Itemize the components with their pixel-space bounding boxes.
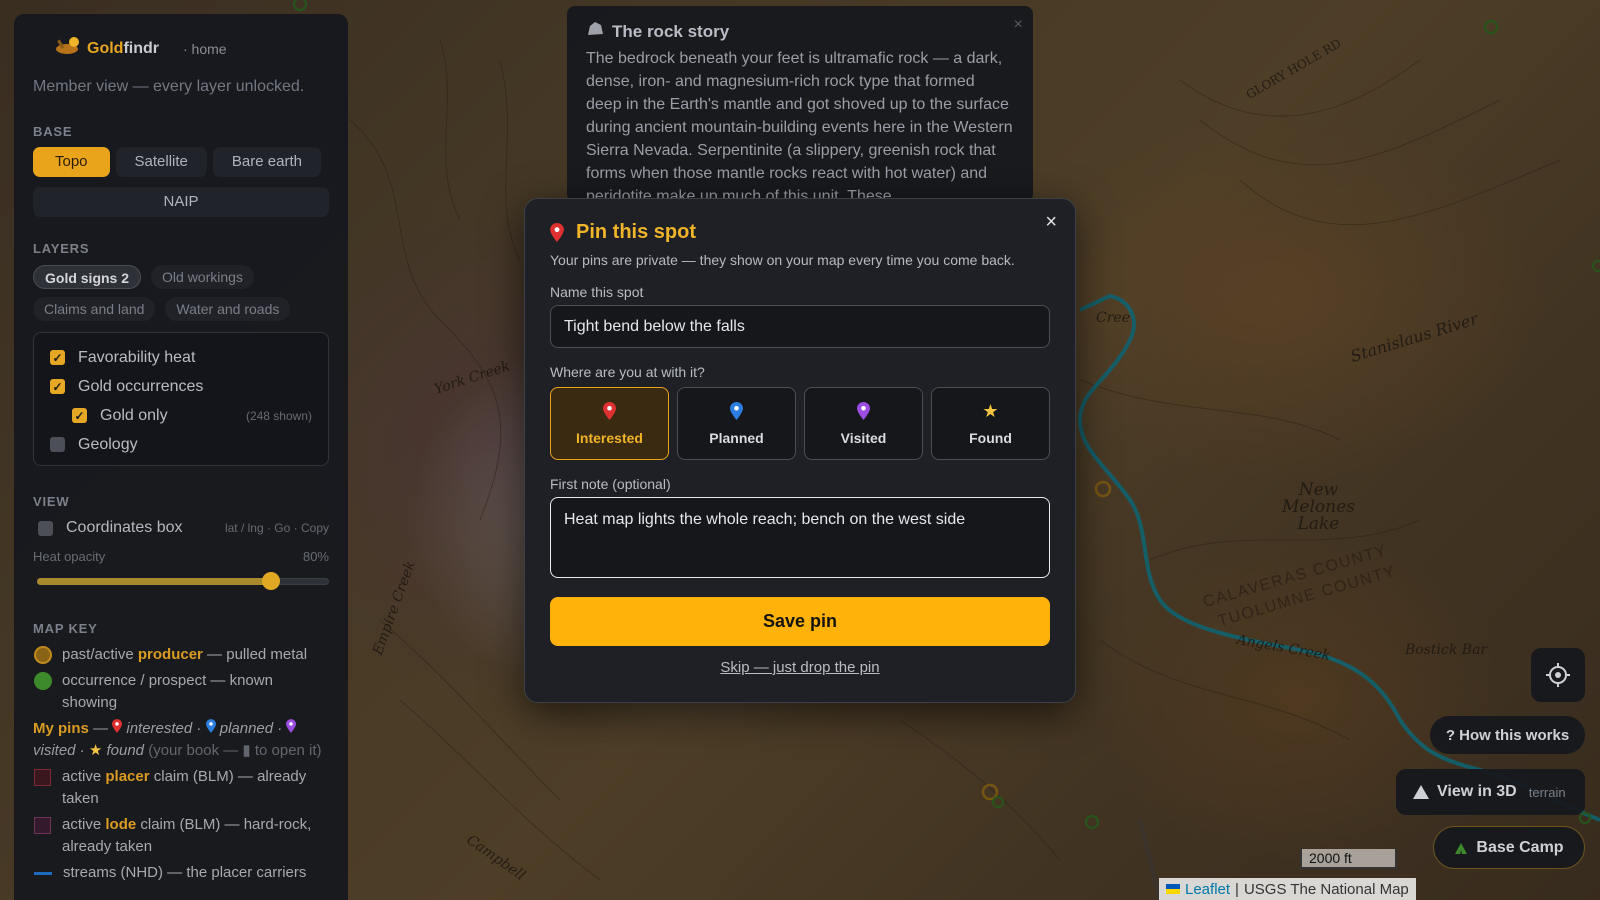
close-icon[interactable]: × [1045,211,1057,234]
key-streams: streams (NHD) — the placer carriers [33,862,329,884]
key-placer-claim: active placer claim (BLM) — already take… [33,766,329,810]
layer-item-gold-only[interactable]: ✓ Gold only (248 shown) [50,401,312,430]
rock-story-title: The rock story [586,21,1014,42]
brand[interactable]: Goldfindr · home [55,36,329,61]
locate-me-button[interactable] [1531,648,1585,702]
pin-red-icon [112,719,123,733]
pushpin-icon [550,223,564,242]
home-link[interactable]: · home [183,41,227,57]
layer-tab-gold-signs[interactable]: Gold signs 2 [33,265,142,289]
save-pin-button[interactable]: Save pin [550,597,1050,646]
brand-name: Goldfindr [87,39,159,57]
lode-claim-swatch-icon [34,817,51,834]
map-scale-bar: 2000 ft [1300,849,1397,869]
base-camp-button[interactable]: Base Camp [1433,826,1585,869]
skip-drop-pin-link[interactable]: Skip — just drop the pin [550,659,1050,676]
key-occurrence: occurrence / prospect — known showing [33,670,329,714]
status-selector: Interested Planned Visited ★ Found [550,387,1050,460]
layer-tabs: Gold signs 2 Old workings Claims and lan… [33,265,329,321]
leaflet-link[interactable]: Leaflet [1185,881,1230,898]
ukraine-flag-icon [1166,884,1180,894]
occurrence-dot-icon [34,672,52,690]
base-section-title: BASE [33,124,73,139]
pin-blue-icon [730,401,743,420]
layer-item-favorability-heat[interactable]: ✓ Favorability heat [50,343,312,372]
pin-spot-dialog: × Pin this spot Your pins are private — … [524,198,1076,703]
checkbox-unchecked-icon[interactable] [38,520,53,536]
status-option-visited[interactable]: Visited [804,387,923,460]
rock-icon [586,21,604,42]
goldfindr-logo-icon [55,36,81,61]
map-label-new-melones: New Melones Lake [1282,480,1355,534]
stream-line-icon [34,872,52,875]
note-field-label: First note (optional) [550,476,671,492]
member-view-text: Member view — every layer unlocked. [33,78,305,95]
coordinates-box-toggle[interactable]: Coordinates box lat / lng · Go · Copy [33,519,329,537]
heat-opacity-slider[interactable] [33,572,329,590]
layer-tab-water-roads[interactable]: Water and roads [165,297,291,321]
sidebar: Goldfindr · home Member view — every lay… [14,14,348,900]
checkbox-checked-icon[interactable]: ✓ [50,379,65,394]
mountain-icon [1413,785,1429,799]
key-my-pins: My pins — interested · planned · visited… [33,719,322,759]
first-note-textarea[interactable]: Heat map lights the whole reach; bench o… [550,497,1050,578]
layer-checklist: ✓ Favorability heat ✓ Gold occurrences ✓… [33,332,329,466]
base-option-satellite[interactable]: Satellite [115,147,207,177]
key-lode-claim: active lode claim (BLM) — hard-rock, alr… [33,814,329,858]
slider-thumb[interactable] [261,572,280,590]
status-option-interested[interactable]: Interested [550,387,669,460]
heat-opacity-label: Heat opacity [33,549,106,564]
view-section-title: VIEW [33,494,70,509]
layer-item-geology[interactable]: Geology [50,430,312,459]
heat-opacity-row: Heat opacity 80% [33,549,329,564]
pin-purple-icon [286,719,297,733]
layer-tab-claims-land[interactable]: Claims and land [33,297,156,321]
tent-icon [1455,842,1468,854]
map-label-bostick-bar: Bostick Bar [1405,642,1488,658]
star-icon: ★ [982,400,999,421]
book-icon: ▮ [242,742,251,759]
heat-opacity-value: 80% [302,549,329,564]
checkbox-checked-icon[interactable]: ✓ [50,350,65,365]
layer-item-gold-occurrences[interactable]: ✓ Gold occurrences [50,372,312,401]
layers-section-title: LAYERS [33,241,90,256]
status-option-planned[interactable]: Planned [677,387,796,460]
dialog-title: Pin this spot [550,221,1050,244]
coordinates-hint: lat / lng · Go · Copy [224,521,329,535]
base-option-topo[interactable]: Topo [33,147,110,177]
close-icon[interactable]: × [1014,16,1023,34]
pin-blue-icon [205,719,216,733]
pin-red-icon [603,401,616,420]
key-producer: past/active producer — pulled metal [33,644,329,666]
view-in-3d-button[interactable]: View in 3D terrain [1396,769,1585,815]
spot-name-input[interactable] [550,305,1050,348]
pin-purple-icon [857,401,870,420]
rock-story-panel: The rock story The bedrock beneath your … [567,6,1033,202]
map-label-creek-right: Cree [1096,310,1130,326]
how-this-works-button[interactable]: ? How this works [1430,716,1585,754]
usgs-attribution: USGS The National Map [1243,880,1409,898]
map-attribution: Leaflet | USGS The National Map [1159,878,1416,900]
crosshair-icon [1546,663,1570,687]
status-option-found[interactable]: ★ Found [931,387,1050,460]
base-option-naip[interactable]: NAIP [33,187,329,217]
rock-story-body: The bedrock beneath your feet is ultrama… [586,50,1013,202]
name-field-label: Name this spot [550,284,644,300]
status-field-label: Where are you at with it? [550,364,705,380]
star-icon: ★ [88,742,103,759]
map-key-section-title: MAP KEY [33,621,98,636]
dialog-subtitle: Your pins are private — they show on you… [550,252,1015,268]
base-layer-selector: Topo Satellite Bare earth NAIP [33,147,329,217]
slider-fill [37,578,271,585]
checkbox-unchecked-icon[interactable] [50,437,65,452]
gold-only-count: (248 shown) [245,408,312,423]
checkbox-checked-icon[interactable]: ✓ [72,408,87,423]
layer-tab-old-workings[interactable]: Old workings [151,265,254,289]
producer-dot-icon [34,646,52,664]
placer-claim-swatch-icon [34,769,51,786]
base-option-bare-earth[interactable]: Bare earth [212,147,321,177]
